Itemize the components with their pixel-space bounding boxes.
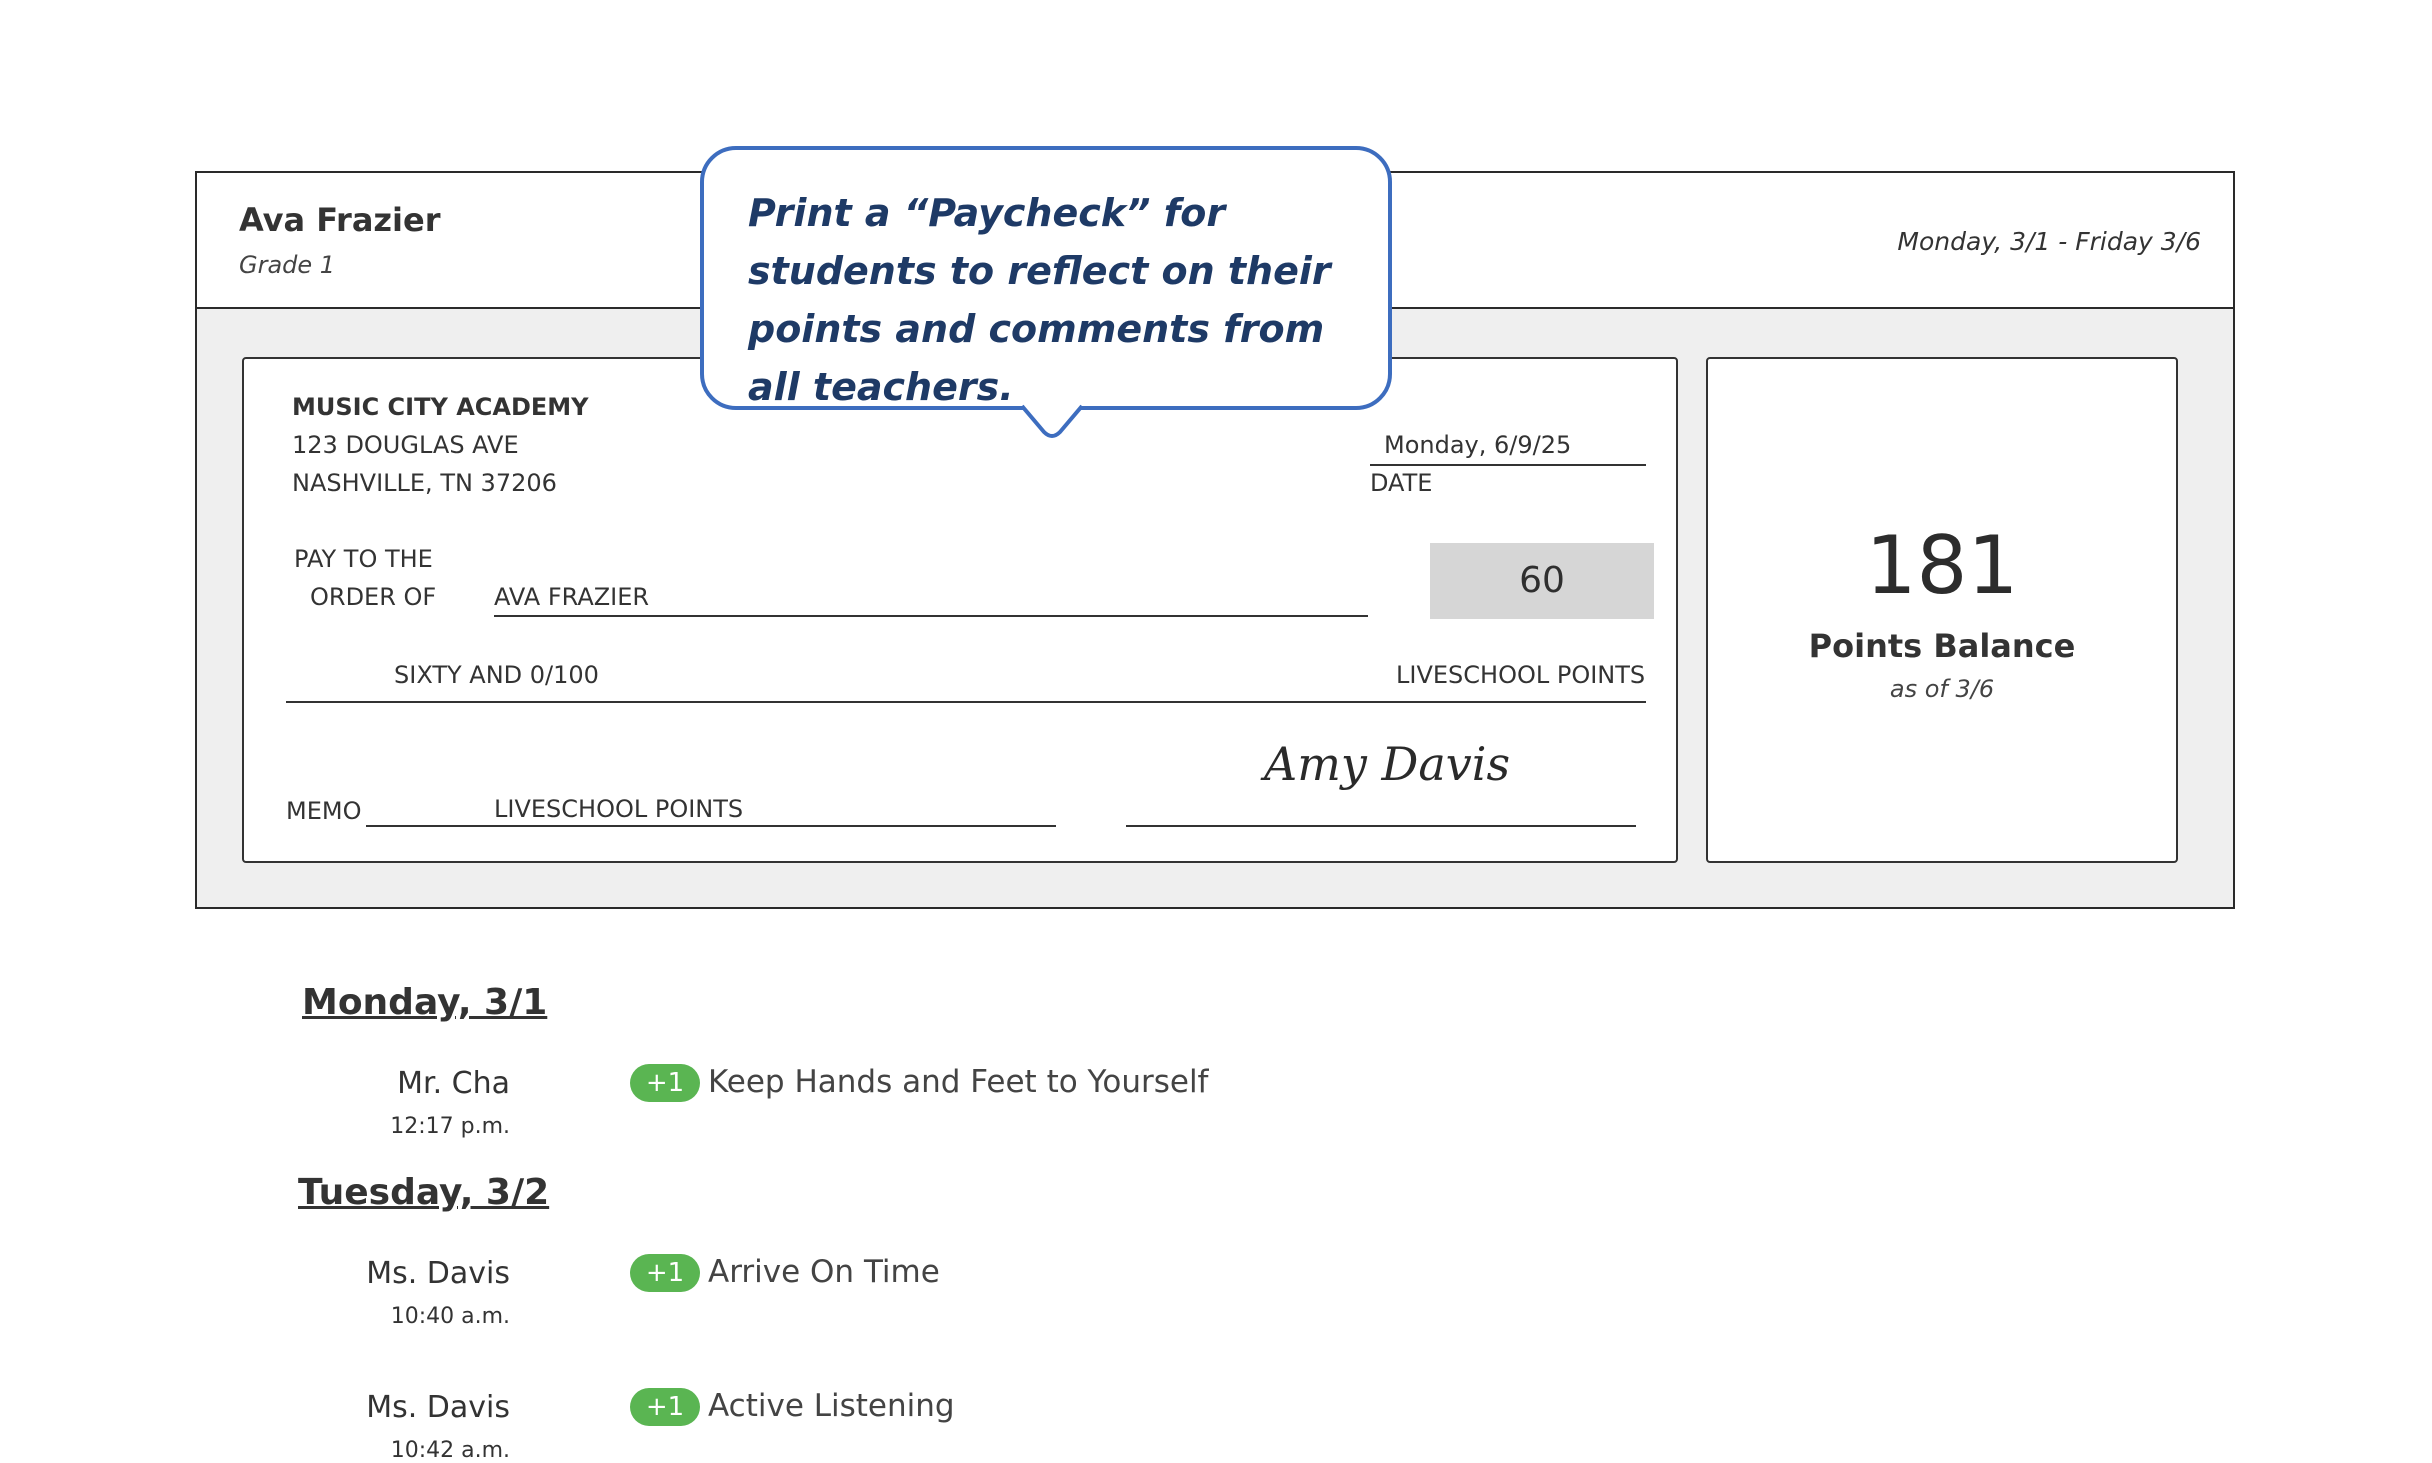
- school-address-line1: 123 DOUGLAS AVE: [292, 431, 519, 459]
- pay-to-label-line1: PAY TO THE: [294, 545, 433, 573]
- memo-label: MEMO: [286, 797, 362, 825]
- pay-to-label-line2: ORDER OF: [310, 583, 437, 611]
- check-date-label: DATE: [1370, 469, 1433, 497]
- day-heading-monday: Monday, 3/1: [302, 982, 548, 1023]
- school-name: MUSIC CITY ACADEMY: [292, 393, 589, 421]
- points-badge: +1: [630, 1254, 700, 1292]
- amount-box: 60: [1430, 543, 1654, 619]
- date-range: Monday, 3/1 - Friday 3/6: [1897, 227, 2201, 256]
- points-balance-label: Points Balance: [1808, 627, 2076, 665]
- entry-behavior: Keep Hands and Feet to Yourself: [708, 1064, 1209, 1100]
- amount-words-underline: [286, 701, 1646, 703]
- entry-time: 12:17 p.m.: [390, 1114, 510, 1139]
- points-balance-as-of: as of 3/6: [1889, 675, 1995, 703]
- check: MUSIC CITY ACADEMY 123 DOUGLAS AVE NASHV…: [242, 357, 1678, 863]
- entry-time: 10:42 a.m.: [390, 1438, 510, 1463]
- amount-in-words: SIXTY AND 0/100: [394, 661, 599, 689]
- student-grade: Grade 1: [239, 251, 336, 279]
- entry-time: 10:40 a.m.: [390, 1304, 510, 1329]
- check-date-value: Monday, 6/9/25: [1384, 431, 1572, 459]
- points-balance-value: 181: [1865, 519, 2019, 612]
- signature: Amy Davis: [1264, 737, 1511, 791]
- entry-behavior: Active Listening: [708, 1388, 955, 1424]
- callout-pointer: [1022, 404, 1082, 438]
- memo-underline: [366, 825, 1056, 827]
- amount-value: 60: [1519, 560, 1565, 601]
- entry-teacher: Mr. Cha: [397, 1066, 510, 1101]
- currency-label: LIVESCHOOL POINTS: [1396, 661, 1646, 689]
- payee-underline: [494, 615, 1368, 617]
- student-name: Ava Frazier: [239, 201, 441, 239]
- school-address-line2: NASHVILLE, TN 37206: [292, 469, 557, 497]
- date-underline: [1370, 464, 1646, 466]
- points-badge: +1: [630, 1064, 700, 1102]
- entry-teacher: Ms. Davis: [366, 1256, 510, 1291]
- signature-underline: [1126, 825, 1636, 827]
- points-balance-panel: 181 Points Balance as of 3/6: [1706, 357, 2178, 863]
- payee-name: AVA FRAZIER: [494, 583, 650, 611]
- day-heading-tuesday: Tuesday, 3/2: [298, 1172, 550, 1213]
- entry-behavior: Arrive On Time: [708, 1254, 940, 1290]
- callout-text: Print a “Paycheck” for students to refle…: [748, 191, 1331, 409]
- entry-teacher: Ms. Davis: [366, 1390, 510, 1425]
- callout-bubble: Print a “Paycheck” for students to refle…: [700, 146, 1392, 410]
- points-badge: +1: [630, 1388, 700, 1426]
- memo-value: LIVESCHOOL POINTS: [494, 795, 744, 823]
